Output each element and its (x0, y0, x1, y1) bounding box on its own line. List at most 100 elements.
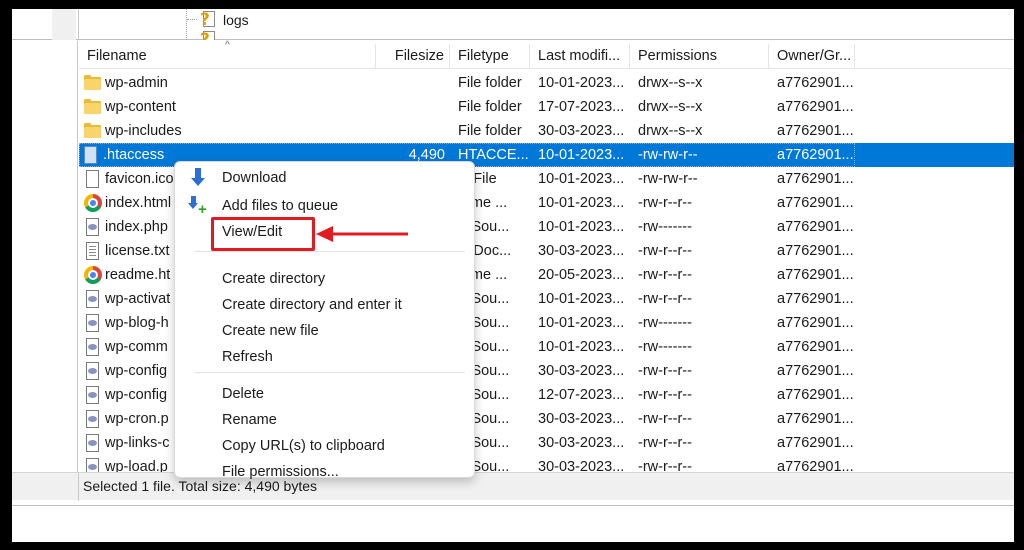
cell-permissions: -rw------- (638, 219, 692, 235)
menu-item-label: Download (222, 170, 287, 186)
menu-separator (195, 251, 465, 252)
file-name: license.txt (105, 243, 170, 259)
list-gutter (12, 41, 78, 472)
tree-guide-line (186, 9, 187, 40)
menu-item-label: Copy URL(s) to clipboard (222, 438, 385, 454)
unknown-folder-icon: ? (199, 11, 217, 29)
cell-last-modified: 10-01-2023... (538, 291, 625, 307)
cell-last-modified: 30-03-2023... (538, 123, 625, 139)
cell-owner-group: a7762901... (777, 387, 854, 403)
file-name: index.html (105, 195, 172, 211)
status-divider (78, 473, 79, 501)
menu-item-label: Rename (222, 412, 277, 428)
table-row[interactable]: wp-content File folder 17-07-2023... drwx--… (79, 95, 1014, 119)
tree-item-logs[interactable]: ? logs (199, 10, 249, 30)
menu-item-copy-urls[interactable]: Copy URL(s) to clipboard (175, 434, 474, 458)
menu-item-rename[interactable]: Rename (175, 408, 474, 432)
menu-item-refresh[interactable]: Refresh (175, 345, 474, 369)
cell-last-modified: 10-01-2023... (538, 219, 625, 235)
file-name: favicon.ico (105, 171, 174, 187)
php-file-icon (83, 434, 102, 452)
file-list-header: Filename Filesize Filetype Last modifi..… (79, 44, 1014, 69)
file-name: readme.ht (105, 267, 171, 283)
download-icon (189, 168, 209, 188)
cell-owner-group: a7762901... (777, 435, 854, 451)
file-name: .htaccess (103, 147, 165, 163)
cell-permissions: -rw------- (638, 315, 692, 331)
cell-last-modified: 17-07-2023... (538, 99, 625, 115)
column-filetype[interactable]: Filetype (450, 44, 530, 69)
column-permissions[interactable]: Permissions (630, 44, 769, 69)
file-name: wp-config (105, 387, 168, 403)
menu-item-label: Create new file (222, 323, 319, 339)
cell-filesize (376, 71, 450, 95)
cell-owner-group: a7762901... (777, 339, 854, 355)
file-icon (83, 170, 102, 188)
remote-directory-tree: ? logs ? (12, 9, 1014, 40)
menu-item-create-new-file[interactable]: Create new file (175, 319, 474, 343)
menu-item-create-directory[interactable]: Create directory (175, 267, 474, 291)
table-row[interactable]: wp-admin File folder 10-01-2023... drwx--s-… (79, 71, 1014, 95)
menu-item-delete[interactable]: Delete (175, 382, 474, 406)
cell-permissions: drwx--s--x (638, 75, 703, 91)
tree-divider (78, 9, 79, 40)
status-bar: Selected 1 file. Total size: 4,490 bytes (12, 472, 1014, 501)
cell-last-modified: 30-03-2023... (538, 363, 625, 379)
menu-separator (195, 372, 465, 373)
column-last-modified[interactable]: Last modifi... (530, 44, 630, 69)
chrome-icon (83, 266, 102, 284)
cell-permissions: -rw-r--r-- (638, 291, 692, 307)
cell-permissions: -rw-rw-r-- (638, 171, 698, 187)
cell-owner-group: a7762901... (777, 315, 854, 331)
cell-owner-group: a7762901... (777, 147, 854, 163)
tree-item-partial[interactable]: ? (199, 31, 217, 40)
menu-item-add-to-queue[interactable]: + Add files to queue (175, 194, 474, 218)
add-to-queue-icon: + (188, 196, 209, 217)
menu-item-download[interactable]: Download (175, 166, 474, 190)
file-name: wp-includes (105, 123, 182, 139)
file-name: wp-activat (105, 291, 171, 307)
tree-scroll-strip (52, 9, 76, 40)
cell-last-modified: 10-01-2023... (538, 195, 625, 211)
file-name: wp-comm (105, 339, 168, 355)
cell-owner-group: a7762901... (777, 291, 854, 307)
column-filename[interactable]: Filename (79, 44, 376, 69)
cell-last-modified: 20-05-2023... (538, 267, 625, 283)
cell-owner-group: a7762901... (777, 219, 854, 235)
cell-filename: wp-content (79, 95, 376, 119)
cell-filesize (376, 119, 450, 143)
cell-permissions: drwx--s--x (638, 123, 703, 139)
cell-last-modified: 10-01-2023... (538, 147, 625, 163)
cell-permissions: -rw-rw-r-- (638, 147, 698, 163)
cell-owner-group: a7762901... (777, 171, 854, 187)
php-file-icon (83, 314, 102, 332)
tree-item-label: logs (223, 12, 249, 28)
file-name: index.php (105, 219, 168, 235)
php-file-icon (83, 290, 102, 308)
file-name: wp-admin (105, 75, 168, 91)
cell-last-modified: 12-07-2023... (538, 387, 625, 403)
file-name: wp-cron.p (105, 411, 169, 427)
table-row[interactable]: wp-includes File folder 30-03-2023... drwx-… (79, 119, 1014, 143)
folder-icon (83, 122, 102, 140)
cell-permissions: -rw-r--r-- (638, 363, 692, 379)
cell-filename: wp-includes (79, 119, 376, 143)
column-owner-group[interactable]: Owner/Gr... (769, 44, 855, 69)
php-file-icon (83, 362, 102, 380)
text-file-icon (83, 242, 102, 260)
column-filesize[interactable]: Filesize (376, 44, 450, 69)
cell-filetype: File folder (458, 75, 522, 91)
cell-filetype: File folder (458, 123, 522, 139)
cell-filesize (376, 95, 450, 119)
red-arrow-icon (316, 226, 408, 242)
cell-last-modified: 30-03-2023... (538, 435, 625, 451)
transfer-queue-pane (12, 505, 1014, 542)
menu-item-label: Refresh (222, 349, 273, 365)
file-name: wp-links-c (105, 435, 170, 451)
menu-item-file-permissions[interactable]: File permissions... (175, 460, 474, 484)
menu-item-create-directory-enter[interactable]: Create directory and enter it (175, 293, 474, 317)
cell-permissions: -rw-r--r-- (638, 411, 692, 427)
cell-owner-group: a7762901... (777, 363, 854, 379)
cell-owner-group: a7762901... (777, 75, 854, 91)
folder-icon (83, 74, 102, 92)
